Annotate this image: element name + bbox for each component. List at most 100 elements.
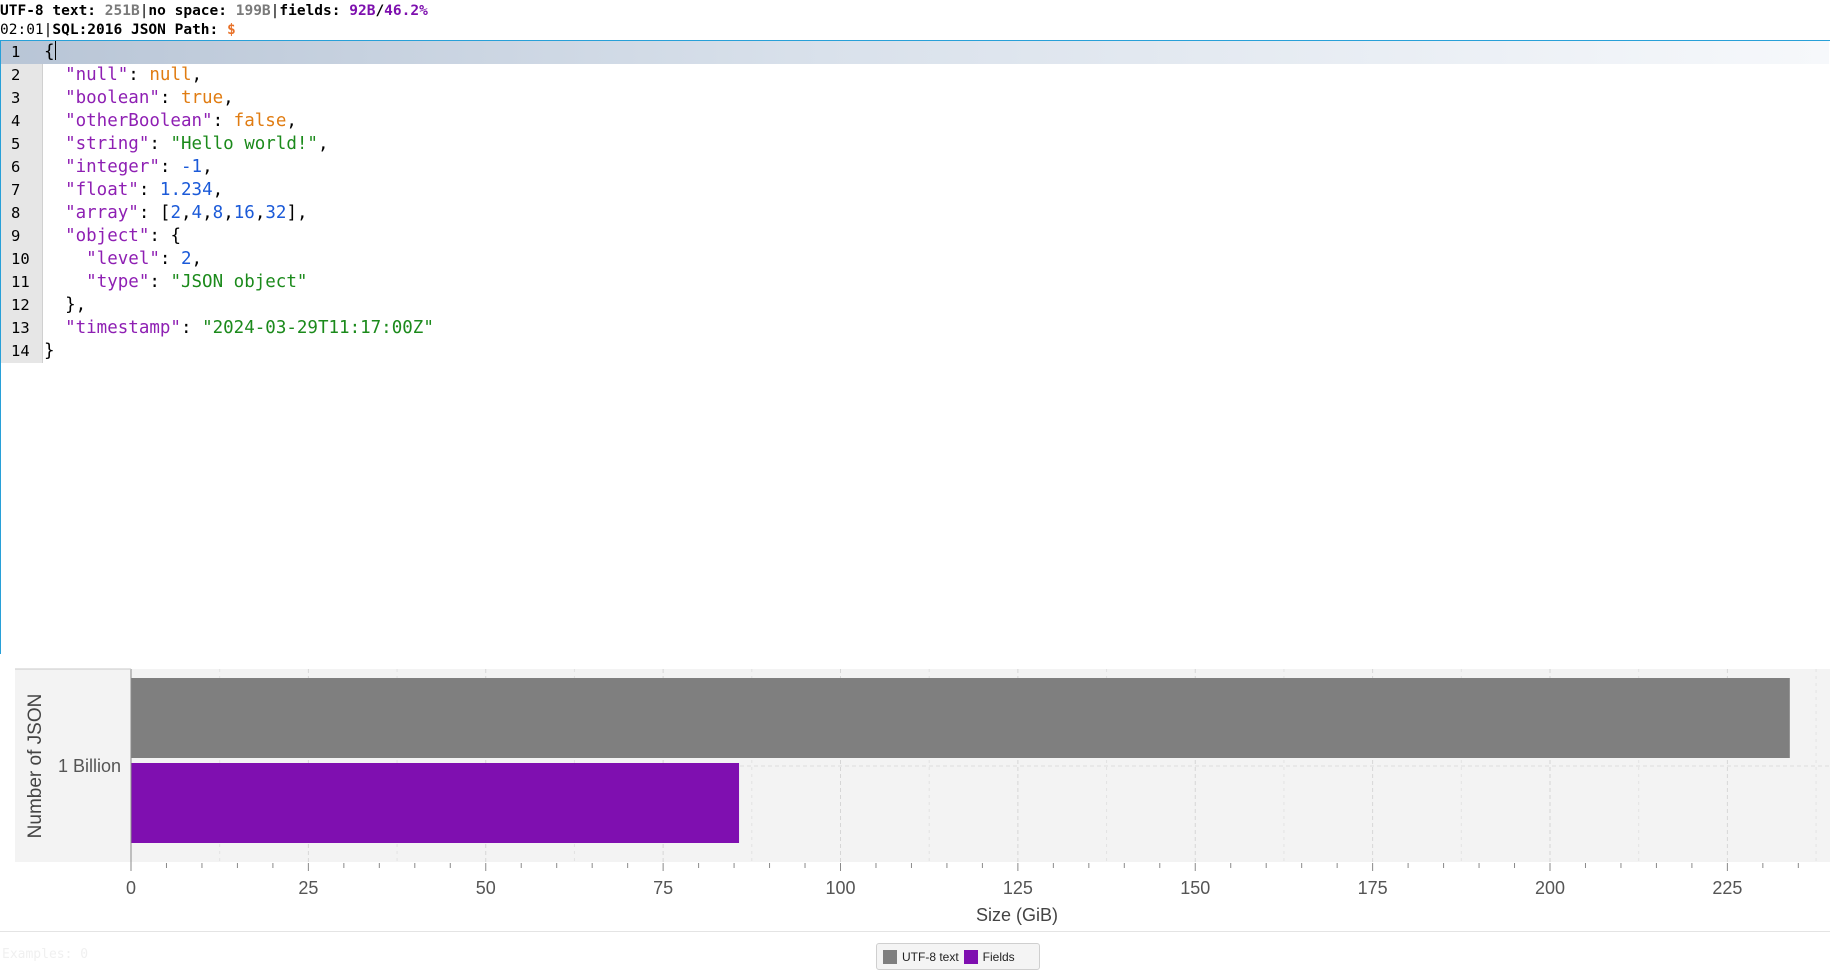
code-token: "object" bbox=[65, 226, 150, 246]
code-token: , bbox=[191, 249, 203, 269]
editor-line[interactable]: 9 "object": { bbox=[1, 225, 1829, 248]
code-token: , bbox=[286, 111, 297, 131]
y-category-label: 1 Billion bbox=[58, 756, 121, 776]
editor-line[interactable]: 2 "null": null, bbox=[1, 64, 1829, 87]
code-token: "integer" bbox=[65, 157, 160, 177]
code-token: }, bbox=[44, 295, 87, 315]
editor-line[interactable]: 12 }, bbox=[1, 294, 1829, 317]
code-token: 16 bbox=[233, 203, 255, 223]
fields-label: fields: bbox=[279, 3, 350, 19]
code-token: "otherBoolean" bbox=[65, 111, 213, 131]
code-token: null bbox=[149, 65, 192, 85]
line-code: { bbox=[44, 41, 56, 64]
editor-line[interactable]: 1{ bbox=[1, 41, 1829, 64]
line-number: 6 bbox=[11, 158, 21, 176]
x-tick-label: 25 bbox=[298, 878, 318, 898]
path-status-line: 02:01|SQL:2016 JSON Path: $ bbox=[0, 22, 236, 38]
line-number: 5 bbox=[11, 135, 21, 153]
cursor-position: 02:01 bbox=[0, 22, 44, 38]
line-number: 11 bbox=[11, 273, 30, 291]
code-token: -1 bbox=[180, 157, 203, 177]
x-tick-label: 150 bbox=[1180, 878, 1210, 898]
line-number: 9 bbox=[11, 227, 21, 245]
utf8-label: UTF-8 text: bbox=[0, 3, 105, 19]
line-code: } bbox=[44, 340, 55, 363]
legend-swatch-utf8 bbox=[883, 949, 897, 964]
line-code: "level": 2, bbox=[44, 248, 202, 271]
code-token: , bbox=[191, 65, 203, 85]
code-token: : bbox=[159, 88, 181, 108]
line-code: "string": "Hello world!", bbox=[44, 133, 328, 156]
code-token: : bbox=[159, 157, 181, 177]
editor-line[interactable]: 4 "otherBoolean": false, bbox=[1, 110, 1829, 133]
x-axis-label: Size (GiB) bbox=[976, 905, 1058, 925]
editor-line[interactable]: 7 "float": 1.234, bbox=[1, 179, 1829, 202]
line-number: 1 bbox=[11, 43, 21, 61]
code-token: "level" bbox=[86, 249, 160, 269]
editor-line[interactable]: 11 "type": "JSON object" bbox=[1, 271, 1829, 294]
line-number: 4 bbox=[11, 112, 21, 130]
json-editor[interactable]: 1{2 "null": null, 3 "boolean": true, 4 "ot… bbox=[0, 40, 1830, 654]
line-number: 2 bbox=[11, 66, 21, 84]
nospace-label: no space: bbox=[148, 3, 236, 19]
code-token: , bbox=[223, 88, 234, 108]
size-chart: 0 25 50 75 100 125 150 175 200 225 Size (GiB) 1 Bil… bbox=[0, 654, 1830, 932]
json-path-value: $ bbox=[227, 22, 236, 38]
code-token: , bbox=[202, 203, 213, 223]
line-code: "array": [2,4,8,16,32], bbox=[44, 202, 307, 225]
code-token: : { bbox=[149, 226, 181, 246]
code-token: false bbox=[233, 111, 287, 131]
code-token: , bbox=[181, 203, 192, 223]
legend-label-utf8: UTF-8 text bbox=[902, 949, 959, 964]
fields-slash: / bbox=[375, 3, 385, 19]
line-code: "otherBoolean": false, bbox=[44, 110, 297, 133]
line-code: "integer": -1, bbox=[44, 156, 213, 179]
x-tick-label: 75 bbox=[653, 878, 673, 898]
x-tick-label: 225 bbox=[1712, 878, 1742, 898]
legend-swatch-fields bbox=[963, 949, 978, 964]
code-token: 4 bbox=[191, 203, 203, 223]
editor-line[interactable]: 5 "string": "Hello world!", bbox=[1, 133, 1829, 156]
editor-line[interactable]: 8 "array": [2,4,8,16,32], bbox=[1, 202, 1829, 225]
editor-line[interactable]: 3 "boolean": true, bbox=[1, 87, 1829, 110]
code-token: "Hello world!" bbox=[170, 134, 318, 154]
code-token: "boolean" bbox=[65, 88, 160, 108]
chart-legend[interactable]: UTF-8 text Fields bbox=[876, 943, 1040, 970]
line-number: 3 bbox=[11, 89, 21, 107]
app-window: UTF-8 text: 251B|no space: 199B|fields: … bbox=[0, 0, 1830, 977]
line-code: "type": "JSON object" bbox=[44, 271, 307, 294]
bar-utf-8-text bbox=[131, 678, 1790, 758]
bar-fields bbox=[131, 763, 740, 843]
examples-hint: Examples: 0 bbox=[2, 947, 89, 962]
editor-line[interactable]: 13 "timestamp": "2024-03-29T11:17:00Z" bbox=[1, 317, 1829, 340]
utf8-size-value: 251B bbox=[104, 3, 140, 19]
code-token: : bbox=[180, 318, 203, 338]
line-number: 8 bbox=[11, 204, 21, 222]
line-number: 10 bbox=[11, 250, 30, 268]
size-status-line: UTF-8 text: 251B|no space: 199B|fields: … bbox=[0, 3, 428, 19]
editor-line[interactable]: 14} bbox=[1, 340, 1829, 363]
text-caret bbox=[54, 41, 56, 60]
x-tick-label: 125 bbox=[1003, 878, 1033, 898]
code-token: "timestamp" bbox=[65, 318, 181, 338]
code-token: : bbox=[149, 272, 171, 292]
code-token: "string" bbox=[65, 134, 150, 154]
code-token: : [ bbox=[138, 203, 171, 223]
editor-line[interactable]: 6 "integer": -1, bbox=[1, 156, 1829, 179]
line-number: 7 bbox=[11, 181, 21, 199]
code-token: "float" bbox=[65, 180, 139, 200]
nospace-size-value: 199B bbox=[235, 3, 271, 19]
x-tick-label: 50 bbox=[476, 878, 496, 898]
x-tick-label: 100 bbox=[825, 878, 855, 898]
code-token: : bbox=[159, 249, 181, 269]
code-token: 2 bbox=[170, 203, 181, 223]
code-token: , bbox=[202, 157, 213, 177]
editor-line[interactable]: 10 "level": 2, bbox=[1, 248, 1829, 271]
x-tick-label: 0 bbox=[126, 878, 136, 898]
